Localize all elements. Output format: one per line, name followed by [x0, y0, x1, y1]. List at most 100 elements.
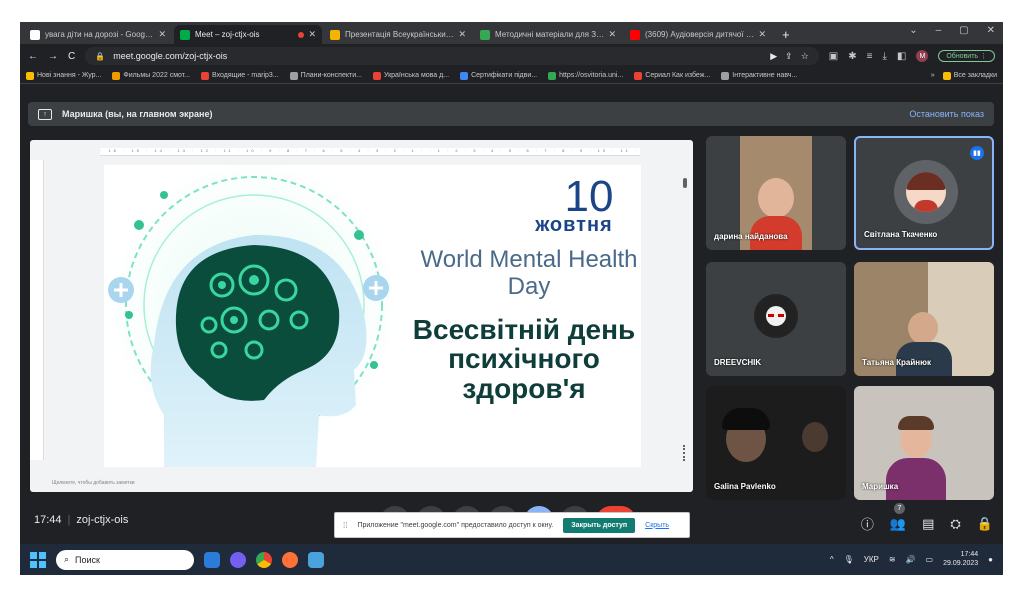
bookmark-favicon-icon	[112, 71, 121, 80]
activities-icon[interactable]: ⛭	[950, 516, 960, 532]
host-controls-icon[interactable]: 🔒	[977, 516, 993, 532]
tab-title: Презентація Всеукраїнський ур...	[345, 30, 454, 39]
firefox-icon[interactable]	[282, 551, 298, 568]
forward-icon[interactable]: →	[48, 51, 58, 62]
meeting-info: 17:44 | zoj-ctjx-ois	[34, 514, 129, 526]
extension-icon[interactable]: ▣	[829, 51, 838, 62]
present-screen-icon: ↑	[38, 108, 52, 120]
language-indicator[interactable]: УКР	[864, 555, 879, 564]
browser-tab[interactable]: увага діти на дорозі - Google П... ✕	[24, 25, 172, 44]
participant-name: Маришка	[862, 482, 899, 491]
chevron-up-icon[interactable]: ^	[830, 555, 834, 564]
reload-icon[interactable]: C	[68, 51, 75, 62]
bookmark-item[interactable]: Фильмы 2022 смот...	[112, 71, 191, 80]
bookmark-item[interactable]: Інтерактивне навч...	[721, 71, 798, 80]
hide-notification-link[interactable]: Скрыть	[645, 522, 669, 529]
people-icon: 👥	[889, 515, 907, 531]
participants-count-badge: 7	[893, 502, 905, 514]
site-icon	[480, 29, 490, 40]
slide-canvas[interactable]: 10 жовтня World Mental Health Day Всесві…	[104, 165, 641, 467]
close-icon[interactable]: ✕	[758, 29, 766, 40]
share-icon[interactable]: ⇪	[785, 51, 793, 62]
stop-presenting-button[interactable]: Остановить показ	[909, 109, 984, 119]
tray-date: 29.09.2023	[943, 559, 979, 567]
browser-tab[interactable]: Методичні матеріали для ЗДО ... ✕	[474, 25, 622, 44]
puzzle-icon[interactable]: ✱	[848, 51, 856, 62]
viber-icon[interactable]	[230, 551, 246, 568]
bookmark-item[interactable]: Нові знання - Жур...	[26, 71, 101, 80]
back-icon[interactable]: ←	[28, 51, 38, 62]
bookmark-item[interactable]: Плани-конспекти...	[289, 71, 362, 80]
browser-tab[interactable]: (3609) Аудіоверсія дитячої книг... ✕	[624, 25, 772, 44]
profile-avatar[interactable]: M	[916, 50, 929, 62]
bookmark-item[interactable]: Українська мова д...	[372, 71, 449, 80]
bookmark-item[interactable]: Сериал Как избеж...	[634, 71, 710, 80]
speaker-notes-hint[interactable]: Щелкните, чтобы добавить заметки	[52, 480, 135, 486]
app-icon[interactable]	[308, 551, 324, 568]
participant-name: DREEVCHIK	[714, 358, 762, 367]
bookmark-label: Інтерактивне навч...	[732, 72, 798, 79]
participant-tile[interactable]: дарина найданова	[706, 136, 846, 250]
all-bookmarks-button[interactable]: Все закладки	[942, 71, 997, 80]
participant-tile[interactable]: Маришка	[854, 386, 994, 500]
close-icon[interactable]: ✕	[608, 29, 616, 40]
browser-tab-active[interactable]: Meet – zoj-ctjx-ois ✕	[174, 25, 322, 44]
bookmark-item[interactable]: Сертифікати підви...	[460, 71, 537, 80]
notifications-icon[interactable]: ●	[988, 555, 993, 564]
chrome-icon[interactable]	[256, 551, 272, 568]
bookmarks-end: » Все закладки	[931, 71, 997, 80]
bookmark-label: Входящие - marip3...	[212, 72, 279, 79]
slide-english-title: World Mental Health Day	[420, 246, 638, 300]
stop-sharing-button[interactable]: Закрыть доступ	[563, 517, 636, 533]
info-icon[interactable]: ⓘ	[861, 514, 874, 533]
url-bar[interactable]: 🔒 meet.google.com/zoj-ctjx-ois ▶ ⇪ ☆	[85, 47, 819, 65]
participant-tile[interactable]: DREEVCHIK	[706, 262, 846, 376]
tab-title: Методичні матеріали для ЗДО ...	[495, 30, 605, 39]
battery-icon[interactable]: ▭	[926, 555, 934, 564]
cast-icon[interactable]: ▶	[770, 51, 777, 62]
meet-control-bar: 17:44 | zoj-ctjx-ois ⁞⁞ Приложение "meet.g…	[20, 500, 1003, 542]
microphone-icon[interactable]: 🎙	[844, 555, 854, 564]
more-bookmarks-icon[interactable]: »	[931, 72, 935, 79]
slide-day-number: 10	[564, 172, 614, 221]
participant-tile[interactable]: Galina Pavlenko	[706, 386, 846, 500]
taskbar-search[interactable]: ⌕ Поиск	[56, 549, 194, 570]
bookmark-item[interactable]: https://osvitoria.uni...	[548, 71, 623, 80]
lock-icon[interactable]: 🔒	[95, 52, 105, 61]
clock-date[interactable]: 17:44 29.09.2023	[943, 551, 978, 568]
new-tab-button[interactable]: +	[774, 27, 798, 44]
youtube-icon	[630, 29, 640, 40]
side-panel-icon[interactable]: ◧	[897, 51, 906, 62]
reading-list-icon[interactable]: ≡	[867, 51, 873, 62]
star-icon[interactable]: ☆	[801, 51, 809, 62]
chat-icon[interactable]: ▤	[922, 516, 934, 532]
participant-name: дарина найданова	[714, 232, 788, 241]
participant-tile-speaking[interactable]: ▮▮ Світлана Ткаченко	[854, 136, 994, 250]
sharing-notification: ⁞⁞ Приложение "meet.google.com" предоста…	[334, 512, 690, 538]
bookmark-item[interactable]: Входящие - marip3...	[201, 71, 279, 80]
bookmark-label: Фильмы 2022 смот...	[123, 72, 191, 79]
scrollbar-thumb[interactable]	[683, 178, 687, 188]
scrollbar-track[interactable]	[683, 445, 687, 461]
update-button[interactable]: Обновить ⋮	[938, 50, 995, 62]
presenting-label: Маришка (вы, на главном экране)	[62, 109, 213, 119]
drag-handle-icon[interactable]: ⁞⁞	[343, 521, 347, 530]
slides-panel	[30, 160, 44, 460]
participant-tile[interactable]: Татьяна Крайнюк	[854, 262, 994, 376]
tab-search-icon[interactable]: ⌄	[909, 25, 917, 36]
people-button[interactable]: 7 👥	[889, 502, 907, 532]
close-window-icon[interactable]: ✕	[987, 25, 995, 36]
close-icon[interactable]: ✕	[158, 29, 166, 40]
maximize-icon[interactable]: ▢	[959, 25, 968, 36]
windows-start-icon[interactable]	[30, 551, 46, 568]
close-icon[interactable]: ✕	[308, 29, 316, 40]
download-icon[interactable]: ⤓	[882, 51, 886, 62]
windows-taskbar: ⌕ Поиск ^ 🎙 УКР ≋ 🔊 ▭ 17:44 29.09.2023 ●	[20, 544, 1003, 575]
close-icon[interactable]: ✕	[458, 29, 466, 40]
minimize-icon[interactable]: –	[936, 25, 942, 36]
browser-tab[interactable]: Презентація Всеукраїнський ур... ✕	[324, 25, 472, 44]
volume-icon[interactable]: 🔊	[906, 555, 916, 564]
file-explorer-icon[interactable]	[204, 551, 220, 568]
wifi-icon[interactable]: ≋	[889, 555, 896, 564]
bookmark-favicon-icon	[201, 71, 210, 80]
